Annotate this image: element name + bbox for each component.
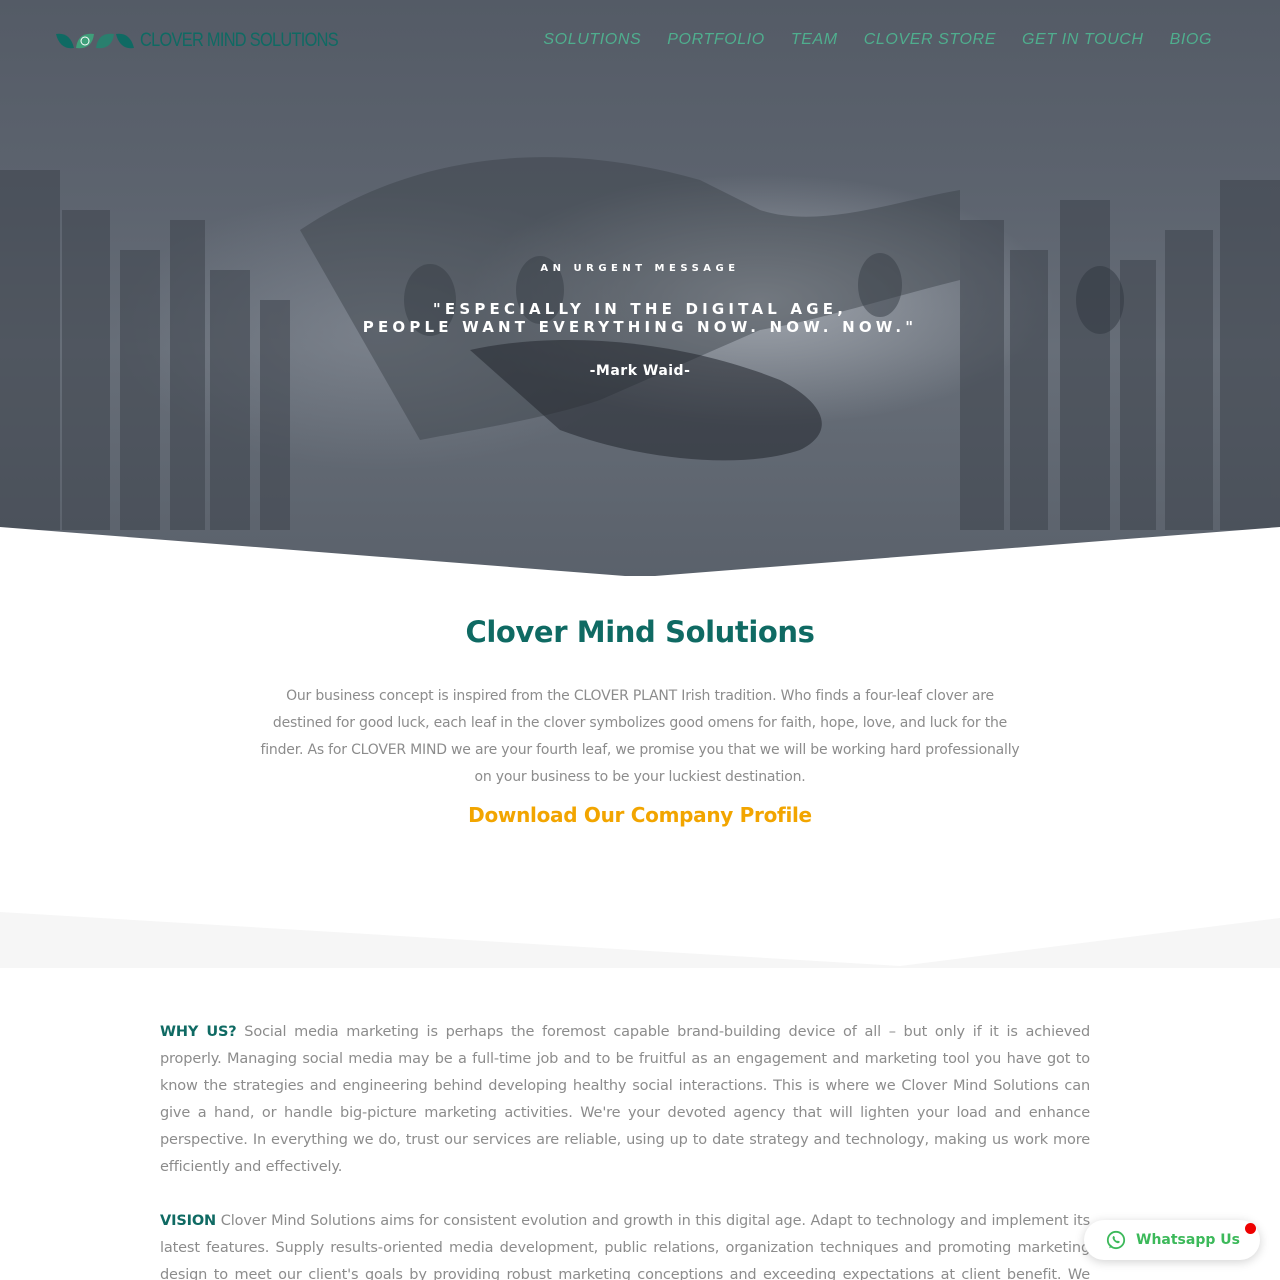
why-us-paragraph: WHY US? Social media marketing is perhap…: [160, 1019, 1090, 1181]
intro-text: Our business concept is inspired from th…: [260, 688, 1020, 785]
clover-leaf-icon: [116, 33, 134, 49]
why-us-text: Social media marketing is perhaps the fo…: [160, 1024, 1090, 1175]
nav-item-biog[interactable]: BIOG: [1170, 31, 1212, 49]
notification-dot: [1245, 1223, 1256, 1234]
hero-quote-line: PEOPLE WANT EVERYTHING NOW. NOW. NOW.": [362, 318, 918, 336]
nav-item-get-in-touch[interactable]: GET IN TOUCH: [1022, 31, 1144, 49]
main-navigation: SOLUTIONS PORTFOLIO TEAM CLOVER STORE GE…: [543, 31, 1212, 49]
vision-text: Clover Mind Solutions aims for consisten…: [160, 1213, 1090, 1280]
vision-paragraph: VISION Clover Mind Solutions aims for co…: [160, 1208, 1090, 1280]
hero-eyebrow: AN URGENT MESSAGE: [540, 263, 740, 274]
nav-item-portfolio[interactable]: PORTFOLIO: [667, 31, 765, 49]
vision-heading: VISION: [160, 1213, 217, 1229]
whatsapp-button[interactable]: Whatsapp Us: [1084, 1220, 1260, 1260]
hero-divider: [0, 527, 1280, 580]
download-company-profile-link[interactable]: Download Our Company Profile: [0, 803, 1280, 827]
nav-item-solutions[interactable]: SOLUTIONS: [543, 31, 641, 49]
site-logo[interactable]: CLOVER MIND SOLUTIONS: [56, 30, 370, 52]
nav-item-clover-store[interactable]: CLOVER STORE: [864, 31, 996, 49]
clover-leaf-icon: [96, 33, 114, 49]
hero-quote-line: "ESPECIALLY IN THE DIGITAL AGE,: [432, 300, 848, 318]
logo-text: CLOVER MIND SOLUTIONS: [140, 30, 339, 51]
clover-mind-icon: [76, 33, 94, 49]
nav-item-team[interactable]: TEAM: [791, 31, 838, 49]
hero-quote: "ESPECIALLY IN THE DIGITAL AGE, PEOPLE W…: [0, 300, 1280, 336]
whatsapp-label: Whatsapp Us: [1136, 1232, 1240, 1248]
section-divider: [0, 912, 1280, 968]
whatsapp-icon: [1106, 1230, 1126, 1250]
intro-title: Clover Mind Solutions: [465, 615, 815, 649]
hero-banner: CLOVER MIND SOLUTIONS SOLUTIONS PORTFOLI…: [0, 0, 1280, 580]
why-us-heading: WHY US?: [160, 1024, 237, 1040]
clover-leaf-icon: [56, 33, 74, 49]
hero-quote-author: -Mark Waid-: [589, 363, 691, 379]
